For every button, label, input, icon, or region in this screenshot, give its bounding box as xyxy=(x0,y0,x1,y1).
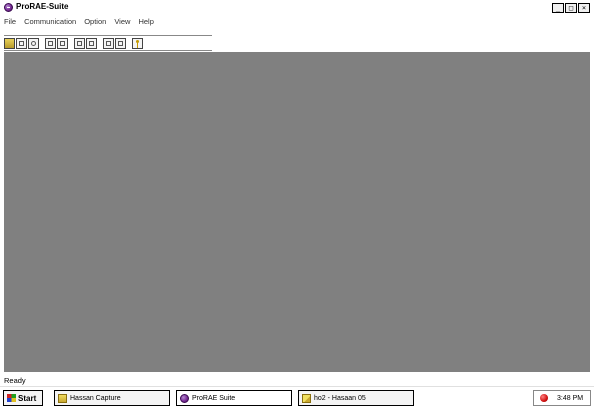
toolbar-group-data xyxy=(74,37,98,49)
menu-communication[interactable]: Communication xyxy=(24,16,76,28)
toolbar-group-security xyxy=(132,37,144,49)
toolbar-group-sync xyxy=(103,37,127,49)
toolbar-group-transfer xyxy=(45,37,69,49)
menu-bar: File Communication Option View Help xyxy=(0,16,594,28)
mdi-client-area[interactable] xyxy=(4,52,590,372)
download-icon[interactable] xyxy=(115,37,126,49)
main-window: ProRAE-Suite _ □ × File Communication Op… xyxy=(0,0,594,386)
compress-icon[interactable] xyxy=(74,37,85,49)
receive-icon[interactable] xyxy=(45,37,56,49)
menu-view[interactable]: View xyxy=(114,16,130,28)
window-controls: _ □ × xyxy=(552,3,590,13)
menu-file[interactable]: File xyxy=(4,16,16,28)
tray-alert-icon[interactable] xyxy=(540,394,548,402)
taskbar: Start Hassan Capture ProRAE Suite ho2 - … xyxy=(0,386,594,408)
folder-icon xyxy=(58,393,67,403)
clock[interactable]: 3:48 PM xyxy=(557,395,583,402)
menu-option[interactable]: Option xyxy=(84,16,106,28)
settings-icon[interactable] xyxy=(28,37,39,49)
window-title: ProRAE-Suite xyxy=(16,2,69,11)
send-icon[interactable] xyxy=(57,37,68,49)
start-label: Start xyxy=(18,393,37,403)
start-button[interactable]: Start xyxy=(3,390,43,406)
task-label: Hassan Capture xyxy=(70,394,121,402)
open-icon[interactable] xyxy=(4,37,15,49)
task-button-ho2[interactable]: ho2 - Hasaan 05 xyxy=(298,390,414,406)
status-bar: Ready xyxy=(0,374,594,386)
windows-logo-icon xyxy=(7,394,16,402)
toolbar-group-file xyxy=(4,37,40,49)
app-icon[interactable] xyxy=(4,3,13,12)
app-icon xyxy=(180,393,189,403)
document-icon xyxy=(302,393,311,403)
key-icon[interactable] xyxy=(132,37,143,49)
status-text: Ready xyxy=(4,376,26,385)
maximize-button[interactable]: □ xyxy=(565,3,577,13)
task-label: ho2 - Hasaan 05 xyxy=(314,394,366,402)
expand-icon[interactable] xyxy=(86,37,97,49)
minimize-button[interactable]: _ xyxy=(552,3,564,13)
task-button-hassan-capture[interactable]: Hassan Capture xyxy=(54,390,170,406)
toolbar xyxy=(4,35,212,51)
title-bar[interactable]: ProRAE-Suite _ □ × xyxy=(0,0,594,16)
task-button-prorae-suite[interactable]: ProRAE Suite xyxy=(176,390,292,406)
close-button[interactable]: × xyxy=(578,3,590,13)
system-tray: 3:48 PM xyxy=(533,390,591,406)
upload-icon[interactable] xyxy=(103,37,114,49)
task-label: ProRAE Suite xyxy=(192,394,236,402)
menu-help[interactable]: Help xyxy=(138,16,153,28)
monitor-icon[interactable] xyxy=(16,37,27,49)
